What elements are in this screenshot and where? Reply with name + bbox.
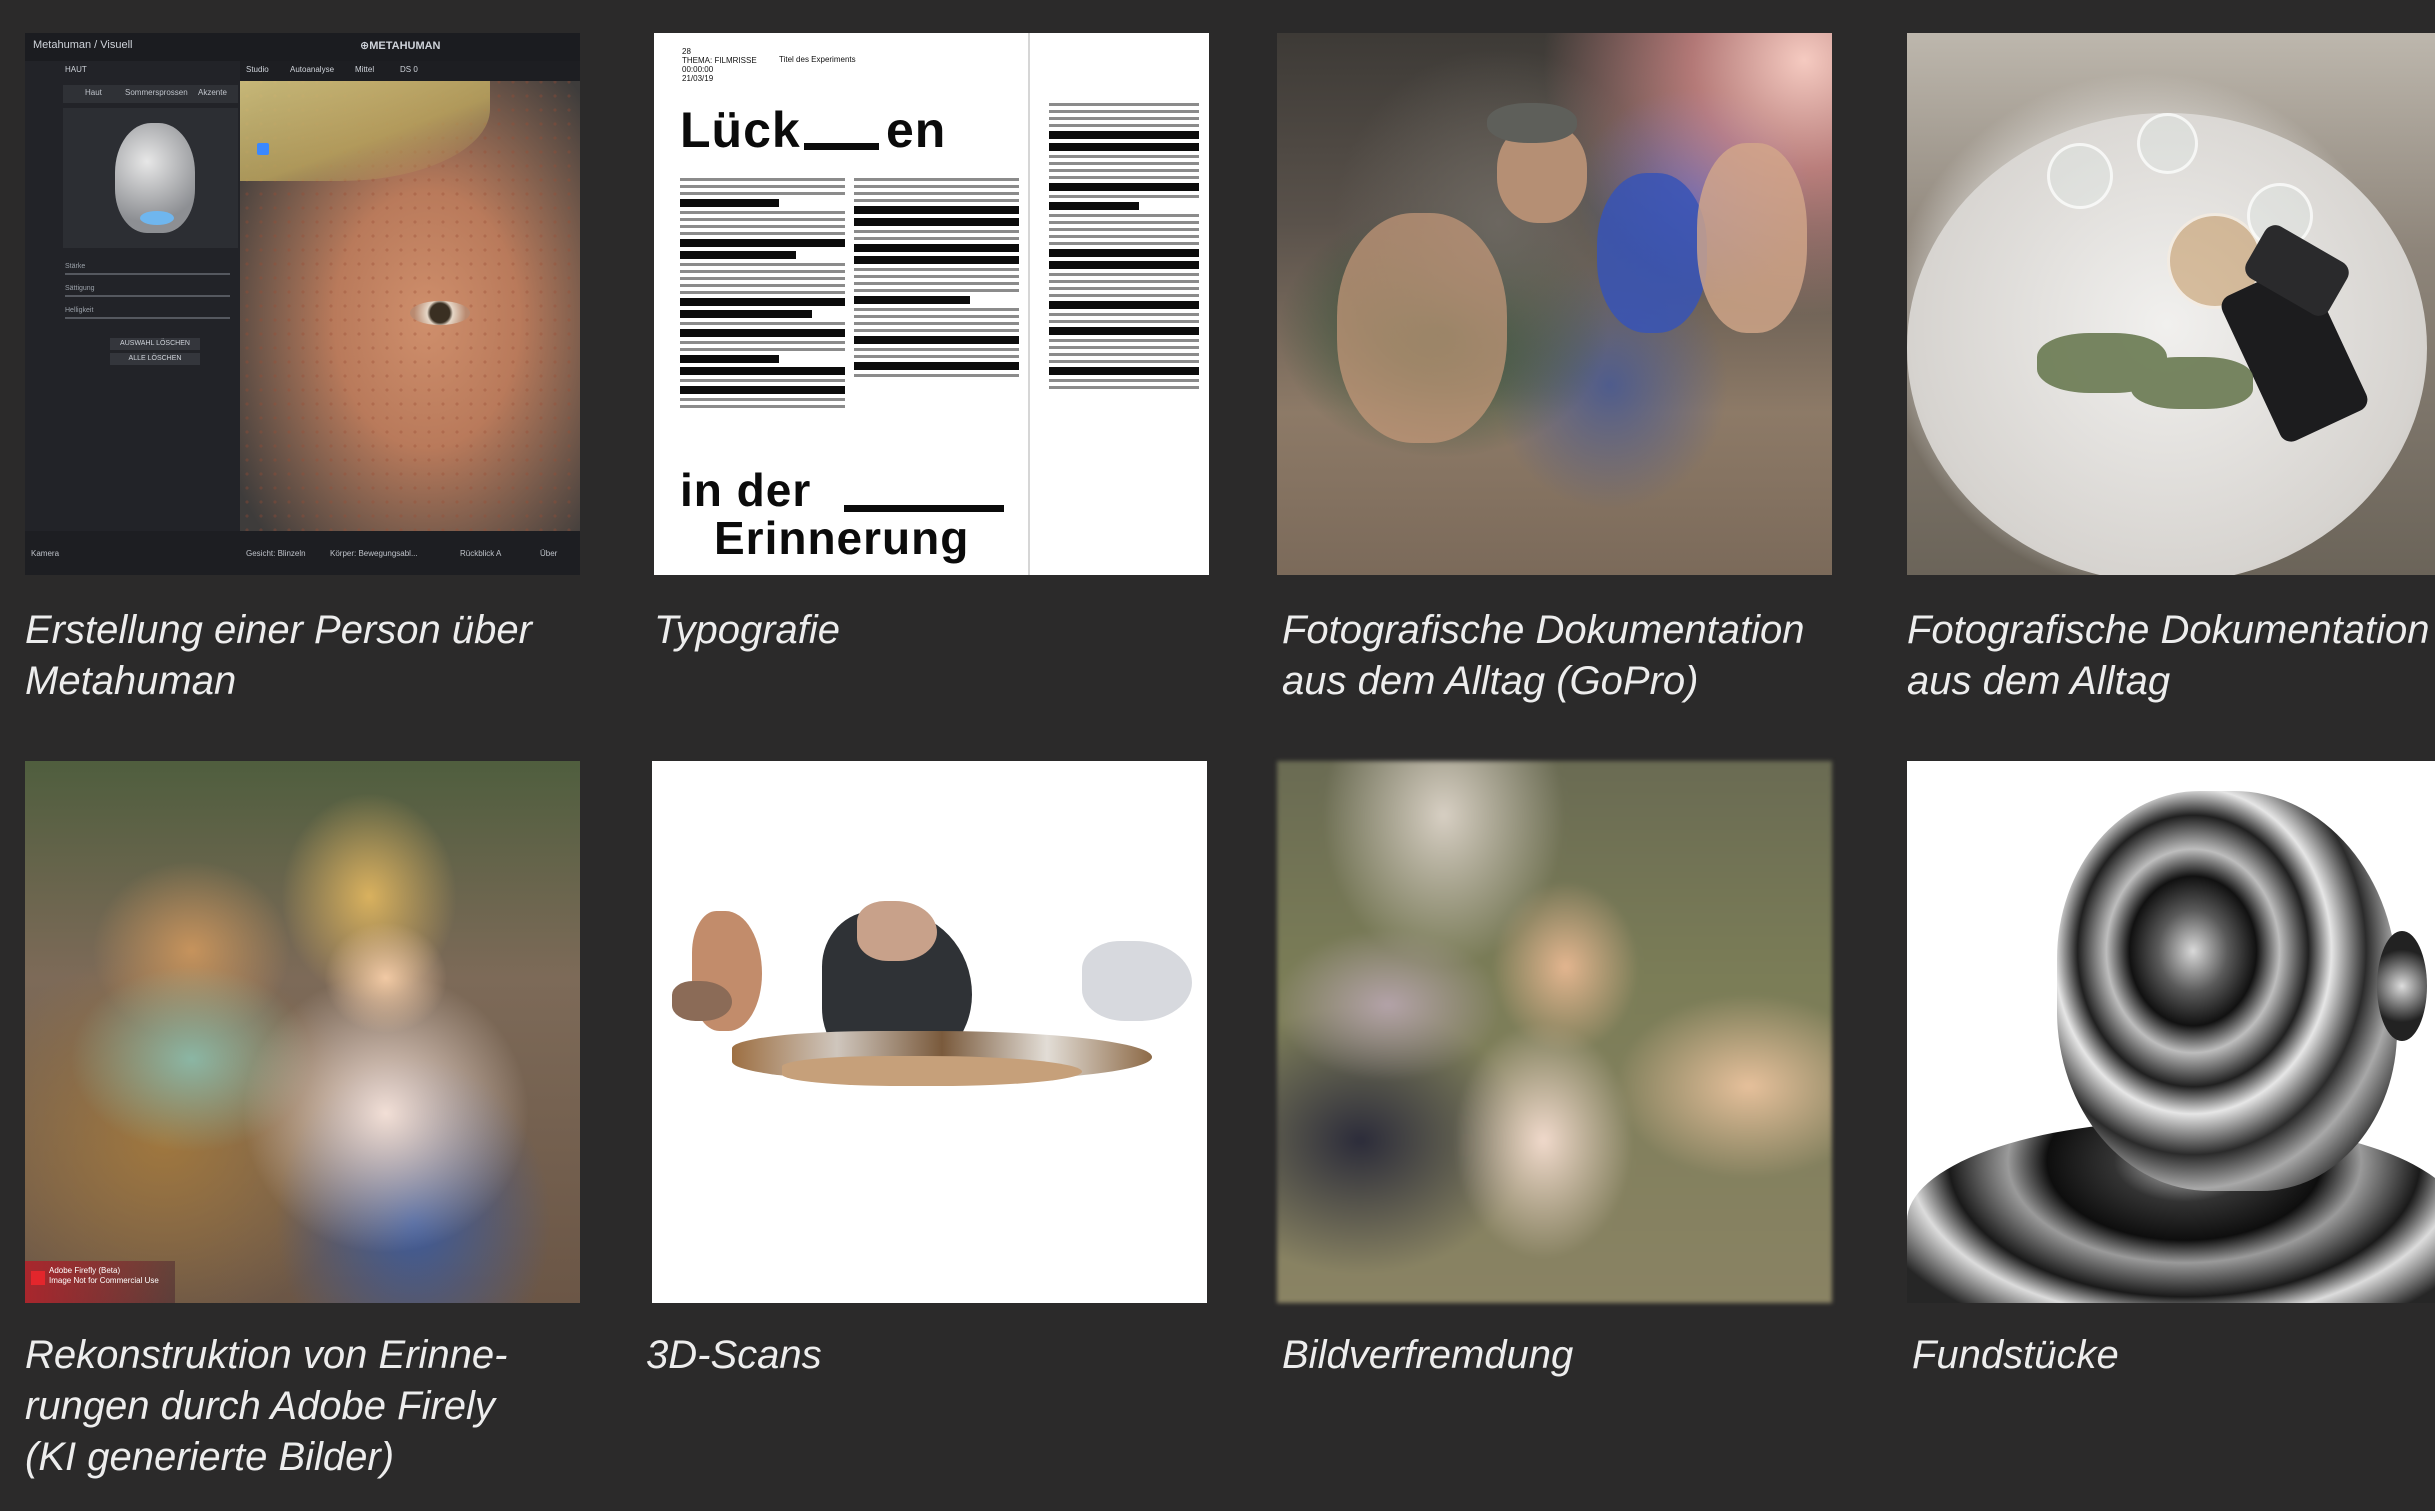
lips-highlight bbox=[140, 211, 174, 225]
caption-alltag: Fotografische Dokumentation aus dem Allt… bbox=[1907, 608, 2430, 703]
3d-scan-tile[interactable] bbox=[652, 761, 1207, 1303]
marble-table bbox=[1907, 113, 2427, 575]
gallery-grid: Metahuman / Visuell ⊕METAHUMAN HAUT Haut… bbox=[0, 0, 2435, 1511]
scan-fragment-2 bbox=[1082, 941, 1192, 1021]
headline-underline-1 bbox=[804, 143, 879, 150]
metahuman-window-title: Metahuman / Visuell bbox=[33, 39, 133, 51]
toolbar-mittel[interactable]: Mittel bbox=[355, 65, 374, 74]
headline-en: en bbox=[886, 102, 947, 158]
scan-face bbox=[857, 901, 937, 961]
book-spine bbox=[1028, 33, 1030, 575]
clear-selection-button[interactable]: AUSWAHL LÖSCHEN bbox=[110, 338, 200, 350]
headline-in-der: in der bbox=[680, 464, 812, 516]
viewport-toolbar: Studio Autoanalyse Mittel DS 0 bbox=[240, 61, 580, 81]
clear-all-button[interactable]: ALLE LÖSCHEN bbox=[110, 353, 200, 365]
gopro-photo-tile[interactable] bbox=[1277, 33, 1832, 575]
chrome-ear bbox=[2377, 931, 2427, 1041]
slider-saettigung[interactable] bbox=[65, 295, 230, 297]
blurred-photo-tile[interactable] bbox=[1277, 761, 1832, 1303]
table-photo-tile[interactable] bbox=[1907, 33, 2435, 575]
slider-label-saettigung: Sättigung bbox=[65, 285, 95, 292]
toolbar-studio[interactable]: Studio bbox=[246, 65, 269, 74]
caption-metahuman: Erstellung einer Person über Metahuman bbox=[25, 608, 532, 703]
sunglasses bbox=[2037, 333, 2167, 393]
person-cap bbox=[1487, 103, 1577, 143]
chrome-head bbox=[2057, 791, 2397, 1191]
bottom-ueber[interactable]: Über bbox=[540, 549, 557, 558]
text-column-2 bbox=[854, 178, 1019, 381]
caption-fundstuecke: Fundstücke bbox=[1912, 1333, 2119, 1377]
caption-gopro: Fotografische Dokumentation aus dem Allt… bbox=[1282, 608, 1805, 703]
firefly-ai-image-tile[interactable]: Adobe Firefly (Beta) Image Not for Comme… bbox=[25, 761, 580, 1303]
slider-label-staerke: Stärke bbox=[65, 263, 86, 270]
metahuman-logo: ⊕METAHUMAN bbox=[360, 40, 441, 52]
timeline-bar: Gesicht: Blinzeln Körper: Bewegungsabl..… bbox=[240, 531, 580, 575]
spread-meta: 28 THEMA: FILMRISSE 00:00:00 21/03/19 bbox=[682, 47, 757, 83]
tab-haut[interactable]: Haut bbox=[85, 88, 102, 97]
toolbar-autoanalyse[interactable]: Autoanalyse bbox=[290, 65, 334, 74]
bottom-gesicht[interactable]: Gesicht: Blinzeln bbox=[246, 549, 306, 558]
tab-akzente[interactable]: Akzente bbox=[198, 88, 227, 97]
bottom-koerper[interactable]: Körper: Bewegungsabl... bbox=[330, 549, 418, 558]
metahuman-screenshot-tile[interactable]: Metahuman / Visuell ⊕METAHUMAN HAUT Haut… bbox=[25, 33, 580, 575]
scan-fragment-1 bbox=[672, 981, 732, 1021]
viewport-tool-icon[interactable] bbox=[257, 143, 269, 155]
adobe-icon bbox=[31, 1271, 45, 1285]
headline-erinnerung: Erinnerung bbox=[714, 512, 970, 564]
chrome-bust-tile[interactable] bbox=[1907, 761, 2435, 1303]
caption-3d-scans: 3D-Scans bbox=[646, 1333, 822, 1377]
firefly-watermark-text: Adobe Firefly (Beta) Image Not for Comme… bbox=[49, 1266, 159, 1285]
glass-2 bbox=[2137, 113, 2198, 174]
caption-bildverfremdung: Bildverfremdung bbox=[1282, 1333, 1574, 1377]
metahuman-tabs: Haut Sommersprossen Akzente bbox=[63, 85, 238, 103]
blue-shirt-person bbox=[1597, 173, 1707, 333]
text-column-1 bbox=[680, 178, 845, 412]
metahuman-panel-title: HAUT bbox=[65, 65, 87, 74]
toolbar-ds[interactable]: DS 0 bbox=[400, 65, 418, 74]
bottom-kamera[interactable]: Kamera bbox=[31, 549, 59, 558]
eye-region bbox=[410, 301, 470, 325]
tab-sommersprossen[interactable]: Sommersprossen bbox=[125, 88, 188, 97]
caption-typografie: Typografie bbox=[654, 608, 841, 652]
bottom-rueckblick[interactable]: Rückblick A bbox=[460, 549, 501, 558]
typography-spread-tile[interactable]: 28 THEMA: FILMRISSE 00:00:00 21/03/19 Ti… bbox=[654, 33, 1209, 575]
bottom-left-bar: Kamera bbox=[25, 531, 240, 575]
shirtless-person bbox=[1697, 143, 1807, 333]
blurred-arm bbox=[1337, 213, 1507, 443]
scan-floor bbox=[782, 1056, 1082, 1086]
caption-firefly: Rekonstruktion von Erinne- rungen durch … bbox=[25, 1333, 508, 1479]
slider-label-helligkeit: Helligkeit bbox=[65, 307, 94, 314]
headline-lueck: Lück bbox=[680, 102, 801, 158]
metahuman-titlebar: Metahuman / Visuell ⊕METAHUMAN bbox=[25, 33, 580, 61]
text-column-3 bbox=[1049, 103, 1199, 393]
glass-1 bbox=[2047, 143, 2113, 209]
spread-title: Titel des Experiments bbox=[779, 55, 856, 64]
slider-staerke[interactable] bbox=[65, 273, 230, 275]
slider-helligkeit[interactable] bbox=[65, 317, 230, 319]
